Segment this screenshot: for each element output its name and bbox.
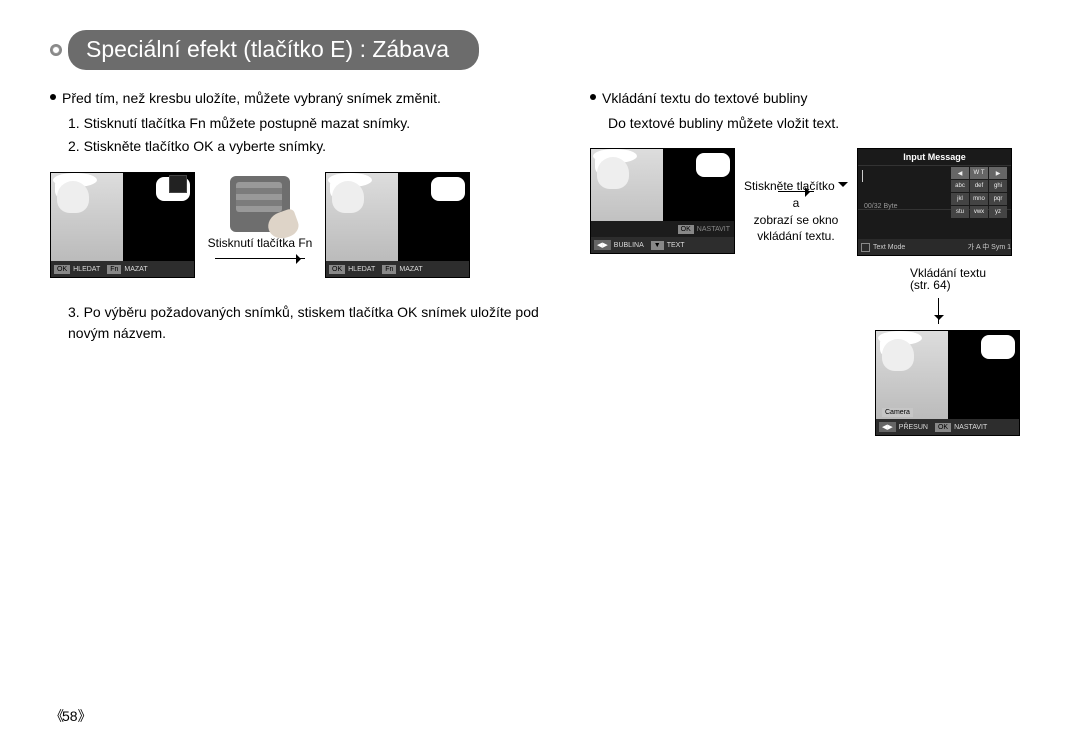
input-message-panel: Input Message ◀W T▶ abc def ghi jkl mno …: [857, 148, 1012, 256]
lcd2-ok-label: HLEDAT: [348, 266, 375, 273]
left-step2: 2. Stiskněte tlačítko OK a vyberte snímk…: [68, 136, 560, 157]
text-cursor: [862, 170, 863, 182]
lcdR1-arrow-btn: ◀▶: [594, 240, 611, 250]
page-number: 58: [50, 706, 90, 726]
lcdR2-arrow-btn: ◀▶: [879, 422, 896, 432]
key-mno: mno: [970, 193, 988, 205]
camera-label: Camera: [882, 408, 913, 417]
lcdR2-ok-btn: OK: [935, 423, 951, 432]
lcdR1-text-label: TEXT: [667, 242, 685, 249]
section-title-bar: Speciální efekt (tlačítko E) : Zábava: [50, 30, 1030, 70]
left-column: Před tím, než kresbu uložíte, můžete vyb…: [50, 88, 560, 436]
lcd2-fn-label: MAZAT: [399, 266, 422, 273]
key-pqr: pqr: [989, 193, 1007, 205]
lcd1-ok-label: HLEDAT: [73, 266, 100, 273]
mid-line3: vkládání textu.: [741, 228, 851, 245]
between-block: Stisknutí tlačítka Fn: [195, 172, 325, 259]
key-yz: yz: [989, 206, 1007, 218]
lcd-screen-bubble: ◀▶ BUBLINA ▼ TEXT OK NASTAVIT: [590, 148, 735, 254]
left-screens-row: OK HLEDAT Fn MAZAT Stisknutí tlačítka Fn: [50, 172, 560, 278]
byte-count: 00/32 Byte: [864, 203, 897, 210]
key-stu: stu: [951, 206, 969, 218]
down-caption2: (str. 64): [910, 278, 951, 292]
key-ghi: ghi: [989, 180, 1007, 192]
key-def: def: [970, 180, 988, 192]
lcd2-ok-btn: OK: [329, 265, 345, 274]
lcd1-fn-label: MAZAT: [124, 266, 147, 273]
input-panel-title: Input Message: [858, 149, 1011, 166]
key-abc: abc: [951, 180, 969, 192]
mid-line1b: a: [793, 196, 800, 210]
lcd-screen-result: Camera ◀▶ PŘESUN OK NASTAVIT: [875, 330, 1020, 436]
lcd-screen-after: OK HLEDAT Fn MAZAT: [325, 172, 470, 278]
down-triangle-icon: [838, 182, 848, 192]
right-down-block: Vkládání textu (str. 64): [910, 256, 986, 330]
lcdR1-ok-label: NASTAVIT: [697, 226, 730, 233]
bullet-icon: [590, 94, 596, 100]
text-mode-label: Text Mode: [873, 244, 905, 251]
bullet-icon: [50, 94, 56, 100]
lcdR1-bubble-label: BUBLINA: [614, 242, 644, 249]
page-title: Speciální efekt (tlačítko E) : Zábava: [68, 30, 479, 70]
lcdR2-move-label: PŘESUN: [899, 424, 928, 431]
right-lead-text: Vkládání textu do textové bubliny: [602, 88, 807, 109]
left-lead-text: Před tím, než kresbu uložíte, můžete vyb…: [62, 88, 441, 109]
lcdR1-text-btn: ▼: [651, 241, 664, 250]
key-vwx: vwx: [970, 206, 988, 218]
lang-modes: 가 A 中 Sym 1: [968, 242, 1011, 252]
title-decor-dot: [52, 46, 60, 54]
lcd-screen-before: OK HLEDAT Fn MAZAT: [50, 172, 195, 278]
lcdR1-ok-btn: OK: [678, 225, 694, 234]
right-sub-text: Do textové bubliny můžete vložit text.: [608, 113, 1030, 134]
left-step1: 1. Stisknutí tlačítka Fn můžete postupně…: [68, 113, 560, 134]
arrow-down-icon: [938, 298, 939, 324]
lcd1-ok-btn: OK: [54, 265, 70, 274]
arrow-right-icon: [215, 258, 305, 259]
lcdR2-ok-label: NASTAVIT: [954, 424, 987, 431]
mode-indicator-icon: [861, 243, 870, 252]
right-column: Vkládání textu do textové bubliny Do tex…: [580, 88, 1030, 436]
arrow-right-icon: [778, 191, 814, 192]
mid-line2: zobrazí se okno: [741, 212, 851, 229]
lcd1-fn-btn: Fn: [107, 265, 121, 274]
right-screens-row1: ◀▶ BUBLINA ▼ TEXT OK NASTAVIT Stiskněte …: [590, 148, 1030, 256]
key-grid: ◀W T▶ abc def ghi jkl mno pqr stu vwx yz: [951, 167, 1007, 218]
between-caption: Stisknutí tlačítka Fn: [208, 236, 313, 250]
hand-press-fn-icon: [230, 176, 290, 232]
key-jkl: jkl: [951, 193, 969, 205]
lcd2-fn-btn: Fn: [382, 265, 396, 274]
right-mid-caption: Stiskněte tlačítko a zobrazí se okno vkl…: [741, 178, 851, 208]
left-step3: 3. Po výběru požadovaných snímků, stiske…: [68, 302, 560, 344]
